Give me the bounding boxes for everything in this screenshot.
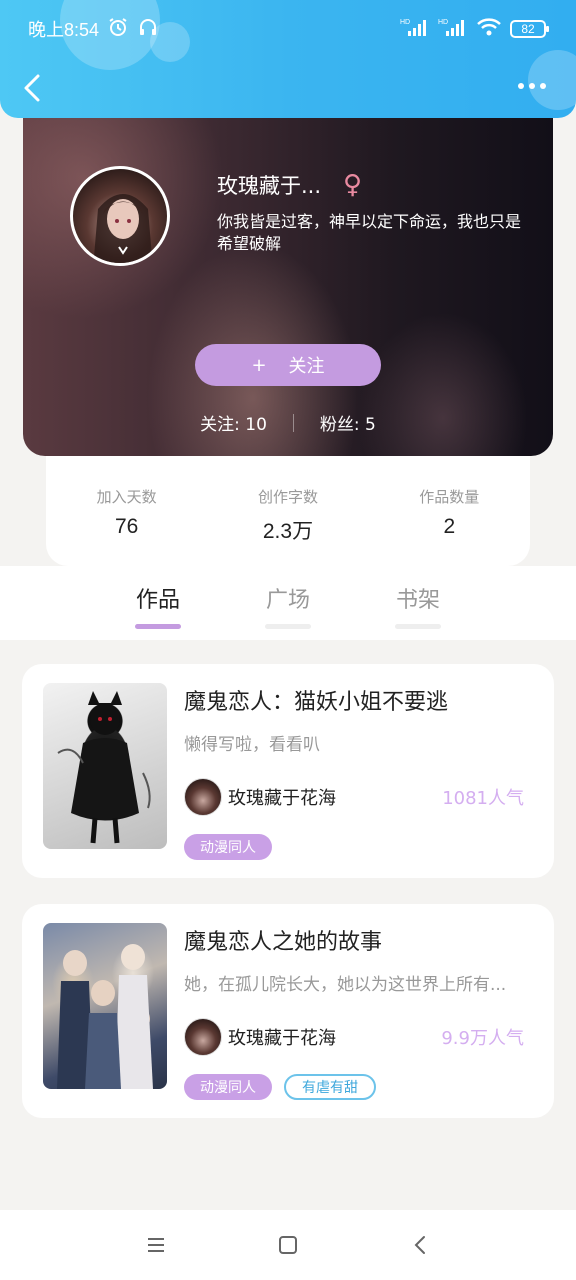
work-card[interactable]: 魔鬼恋人：猫妖小姐不要逃 懒得写啦，看看叭 玫瑰藏于花海 1081人气 动漫同人 <box>22 664 554 878</box>
work-cover-image[interactable] <box>43 923 167 1089</box>
stat-join-days: 加入天数 76 <box>57 486 197 539</box>
battery-indicator: 82 <box>510 20 549 38</box>
tab-works[interactable]: 作品 <box>128 582 188 629</box>
follow-stats: 关注: 10 粉丝: 5 <box>23 410 553 435</box>
female-gender-icon: ♀ <box>343 170 363 200</box>
stat-label: 创作字数 <box>257 488 318 506</box>
divider <box>292 413 294 432</box>
svg-text:HD: HD <box>438 19 448 26</box>
back-nav-icon[interactable] <box>408 1233 432 1257</box>
more-options-button[interactable] <box>518 76 552 96</box>
tab-bookshelf[interactable]: 书架 <box>388 582 448 629</box>
status-bar: 晚上8:54 HD HD 82 <box>28 14 549 44</box>
tab-label: 广场 <box>265 588 310 613</box>
author-avatar[interactable] <box>184 1018 222 1056</box>
stat-value: 2 <box>443 515 456 538</box>
fans-count[interactable]: 粉丝: 5 <box>320 410 376 435</box>
author-row: 玫瑰藏于花海 9.9万人气 <box>184 1018 524 1056</box>
more-dot-icon <box>529 83 535 89</box>
system-navigation-bar <box>0 1210 576 1280</box>
stats-card: 加入天数 76 创作字数 2.3万 作品数量 2 <box>46 456 530 566</box>
popularity-count: 1081人气 <box>442 788 524 809</box>
work-title[interactable]: 魔鬼恋人：猫妖小姐不要逃 <box>184 684 448 716</box>
work-description: 她，在孤儿院长大，她以为这世界上所有... <box>184 975 507 995</box>
signal-icon: HD <box>438 17 468 42</box>
stat-value: 2.3万 <box>262 520 314 543</box>
author-name[interactable]: 玫瑰藏于花海 <box>228 1024 336 1050</box>
tag[interactable]: 动漫同人 <box>184 834 272 860</box>
profile-avatar[interactable] <box>70 166 170 266</box>
work-description: 懒得写啦，看看叭 <box>184 735 320 755</box>
tab-square[interactable]: 广场 <box>258 582 318 629</box>
stat-label: 加入天数 <box>96 488 157 506</box>
stat-value: 76 <box>114 515 139 538</box>
more-dot-icon <box>540 83 546 89</box>
author-avatar[interactable] <box>184 778 222 816</box>
work-cover-image[interactable] <box>43 683 167 849</box>
svg-text:HD: HD <box>400 19 410 26</box>
stat-label: 作品数量 <box>419 488 480 506</box>
username: 玫瑰藏于... <box>217 174 322 198</box>
plus-icon: + <box>251 354 267 376</box>
tab-bar: 作品 广场 书架 <box>0 566 576 640</box>
top-header: 晚上8:54 HD HD 82 <box>0 0 576 118</box>
tab-underline <box>135 624 181 629</box>
work-card[interactable]: 魔鬼恋人之她的故事 她，在孤儿院长大，她以为这世界上所有... 玫瑰藏于花海 9… <box>22 904 554 1118</box>
status-time: 晚上8:54 <box>28 20 100 40</box>
stat-work-count: 作品数量 2 <box>379 486 519 539</box>
tag[interactable]: 动漫同人 <box>184 1074 272 1100</box>
wifi-icon <box>476 17 502 42</box>
tag[interactable]: 有虐有甜 <box>284 1074 376 1100</box>
alarm-icon <box>107 16 129 43</box>
tab-label: 作品 <box>135 588 180 613</box>
popularity-count: 9.9万人气 <box>441 1028 524 1049</box>
stat-word-count: 创作字数 2.3万 <box>218 486 358 545</box>
following-count[interactable]: 关注: 10 <box>200 410 267 435</box>
signal-icon: HD <box>400 17 430 42</box>
user-bio: 你我皆是过客，神早以定下命运，我也只是希望破解 <box>217 212 522 253</box>
follow-button[interactable]: + 关注 <box>195 344 381 386</box>
headphones-icon <box>137 16 159 43</box>
more-dot-icon <box>518 83 524 89</box>
tab-label: 书架 <box>395 588 440 613</box>
menu-icon[interactable] <box>144 1233 168 1257</box>
work-title[interactable]: 魔鬼恋人之她的故事 <box>184 924 382 956</box>
tag-list: 动漫同人 有虐有甜 <box>184 1074 376 1100</box>
tag-list: 动漫同人 <box>184 834 272 860</box>
profile-card: 玫瑰藏于... ♀ 你我皆是过客，神早以定下命运，我也只是希望破解 + 关注 关… <box>23 118 553 456</box>
username-row: 玫瑰藏于... ♀ <box>217 170 362 200</box>
chevron-left-icon <box>24 74 40 102</box>
tab-underline <box>265 624 311 629</box>
author-name[interactable]: 玫瑰藏于花海 <box>228 784 336 810</box>
home-icon[interactable] <box>276 1233 300 1257</box>
author-row: 玫瑰藏于花海 1081人气 <box>184 778 524 816</box>
back-button[interactable] <box>18 68 48 108</box>
tab-underline <box>395 624 441 629</box>
follow-button-label: 关注 <box>288 356 325 377</box>
